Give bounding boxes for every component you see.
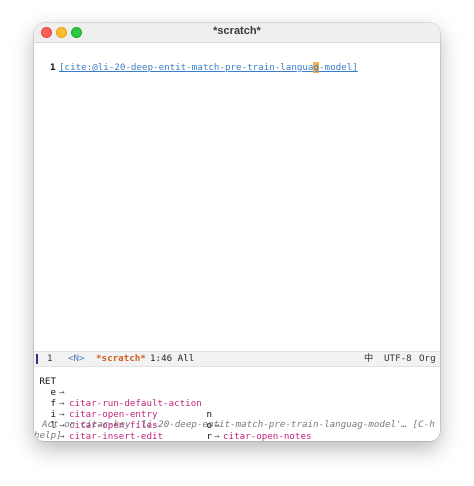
emacs-window: *scratch* 1 [cite:@li-20-deep-entit-matc… [34, 23, 440, 441]
keymap-row[interactable]: RET → citar-run-default-action n → citar… [34, 365, 440, 441]
evil-state: <N> [68, 353, 85, 364]
buffer-name[interactable]: *scratch* [96, 352, 146, 366]
title-bar[interactable]: *scratch* [34, 23, 440, 43]
echo-area: Act on citar-key 'li-20-deep-entit-match… [34, 419, 440, 441]
citation-text-after: -model] [319, 62, 358, 73]
cursor-position: 1:46 All [150, 353, 195, 364]
window-number: 1 [47, 353, 53, 364]
editor-buffer[interactable]: 1 [cite:@li-20-deep-entit-match-pre-trai… [34, 43, 440, 371]
keymap-row[interactable]: e → citar-open-entry o → citar-open [34, 376, 440, 441]
echo-prompt-line-2: help] [34, 430, 62, 441]
citation-link[interactable]: [cite:@li-20-deep-entit-match-pre-train-… [59, 62, 358, 74]
keymap-row[interactable]: f → citar-open-files r → citar-copy-refe… [34, 387, 440, 441]
major-mode[interactable]: Org [419, 352, 436, 366]
echo-prompt-line-1: Act on citar-key 'li-20-deep-entit-match… [42, 419, 440, 430]
keymap-row[interactable]: i → citar-insert-edit C-h → embark-keyma… [34, 398, 440, 441]
line-number: 1 [50, 62, 56, 73]
input-method[interactable]: 中 [364, 352, 373, 366]
buffer-line[interactable]: 1 [cite:@li-20-deep-entit-match-pre-trai… [34, 62, 358, 74]
encoding[interactable]: UTF-8 [384, 352, 412, 366]
window-title: *scratch* [213, 25, 261, 37]
citation-text-before: [cite:@li-20-deep-entit-match-pre-train-… [59, 62, 314, 73]
mode-line-indicator [36, 354, 38, 364]
